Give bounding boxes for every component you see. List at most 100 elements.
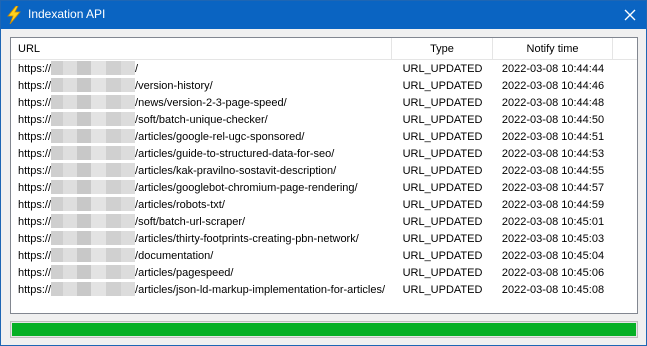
redacted-domain [51,163,136,177]
notify-time-cell: 2022-03-08 10:45:06 [501,267,605,279]
url-path: /articles/googlebot-chromium-page-render… [135,182,358,194]
url-cell: https:// /articles/kak-pravilno-sostavit-… [18,163,392,180]
list-rows: https:/// URL_UPDATED 2022-03-08 10:44:44 h… [11,61,637,299]
list-header: URL Type Notify time [11,38,637,60]
redacted-domain [51,214,136,228]
type-cell: URL_UPDATED [402,182,483,194]
url-cell: https:// /articles/robots-txt/ [18,197,392,214]
type-cell: URL_UPDATED [402,250,483,262]
url-path: /articles/json-ld-markup-implementation-… [135,284,386,296]
notify-time-cell: 2022-03-08 10:44:50 [501,114,605,126]
type-cell: URL_UPDATED [402,63,483,75]
url-cell: https:// /soft/batch-url-scraper/ [18,214,392,231]
close-button[interactable] [614,1,646,29]
type-cell: URL_UPDATED [402,97,483,109]
progress-bar [10,321,638,338]
table-row[interactable]: https:// /news/version-2-3-page-speed/URL… [11,95,637,112]
url-path: /articles/guide-to-structured-data-for-s… [135,148,335,160]
redacted-domain [51,180,136,194]
redacted-domain [51,248,136,262]
url-scheme: https:// [18,63,52,75]
table-row[interactable]: https:// /articles/robots-txt/URL_UPDATED… [11,197,637,214]
url-cell: https:// /version-history/ [18,78,392,95]
url-path: /documentation/ [135,250,214,262]
url-cell: https:// /articles/thirty-footprints-crea… [18,231,392,248]
table-row[interactable]: https:// /version-history/URL_UPDATED 2022… [11,78,637,95]
url-path: /articles/pagespeed/ [135,267,234,279]
url-scheme: https:// [18,199,52,211]
table-row[interactable]: https:// /articles/kak-pravilno-sostavit-… [11,163,637,180]
notify-time-cell: 2022-03-08 10:44:51 [501,131,605,143]
type-cell: URL_UPDATED [402,165,483,177]
redacted-domain [51,78,136,92]
redacted-domain [51,197,136,211]
url-scheme: https:// [18,233,52,245]
table-row[interactable]: https:// /articles/google-rel-ugc-sponsor… [11,129,637,146]
url-path: /articles/google-rel-ugc-sponsored/ [135,131,305,143]
notify-time-cell: 2022-03-08 10:44:46 [501,80,605,92]
lightning-bolt-icon [7,6,21,24]
type-cell: URL_UPDATED [402,199,483,211]
table-row[interactable]: https:// /articles/json-ld-markup-impleme… [11,282,637,299]
type-cell: URL_UPDATED [402,284,483,296]
url-path: / [135,63,139,75]
type-cell: URL_UPDATED [402,131,483,143]
type-cell: URL_UPDATED [402,216,483,228]
notify-time-cell: 2022-03-08 10:44:59 [501,199,605,211]
url-scheme: https:// [18,148,52,160]
table-row[interactable]: https:// /articles/pagespeed/URL_UPDATED 2… [11,265,637,282]
url-scheme: https:// [18,114,52,126]
table-row[interactable]: https:// /articles/googlebot-chromium-pag… [11,180,637,197]
redacted-domain [51,231,136,245]
table-row[interactable]: https:// /soft/batch-url-scraper/URL_UPDA… [11,214,637,231]
redacted-domain [51,95,136,109]
url-scheme: https:// [18,250,52,262]
column-header-notify-time[interactable]: Notify time [493,38,613,60]
table-row[interactable]: https:// /soft/batch-unique-checker/URL_U… [11,112,637,129]
column-header-url[interactable]: URL [11,38,392,60]
url-scheme: https:// [18,131,52,143]
url-path: /articles/kak-pravilno-sostavit-descript… [135,165,337,177]
url-path: /news/version-2-3-page-speed/ [135,97,287,109]
url-path: /articles/thirty-footprints-creating-pbn… [135,233,359,245]
table-row[interactable]: https:// /articles/thirty-footprints-crea… [11,231,637,248]
url-cell: https:// /soft/batch-unique-checker/ [18,112,392,129]
url-path: /soft/batch-url-scraper/ [135,216,246,228]
type-cell: URL_UPDATED [402,80,483,92]
notify-time-cell: 2022-03-08 10:44:55 [501,165,605,177]
table-row[interactable]: https:// /articles/guide-to-structured-da… [11,146,637,163]
title-bar[interactable]: Indexation API [1,1,646,29]
url-cell: https:// / [18,61,392,78]
url-scheme: https:// [18,284,52,296]
url-cell: https:// /articles/pagespeed/ [18,265,392,282]
url-path: /version-history/ [135,80,213,92]
url-scheme: https:// [18,216,52,228]
url-path: /articles/robots-txt/ [135,199,225,211]
url-scheme: https:// [18,97,52,109]
redacted-domain [51,265,136,279]
url-cell: https:// /articles/google-rel-ugc-sponsor… [18,129,392,146]
close-icon [624,9,636,21]
url-scheme: https:// [18,80,52,92]
notify-time-cell: 2022-03-08 10:44:48 [501,97,605,109]
progress-bar-fill [12,323,636,336]
url-scheme: https:// [18,182,52,194]
redacted-domain [51,112,136,126]
indexation-api-window: Indexation API URL Type Notify time http… [0,0,647,346]
notify-time-cell: 2022-03-08 10:45:03 [501,233,605,245]
url-list-view[interactable]: URL Type Notify time https:// / URL_UPDATE… [10,37,638,314]
table-row[interactable]: https:// /documentation/URL_UPDATED 2022-0… [11,248,637,265]
type-cell: URL_UPDATED [402,267,483,279]
window-title: Indexation API [28,7,106,21]
notify-time-cell: 2022-03-08 10:44:44 [501,63,605,75]
notify-time-cell: 2022-03-08 10:45:04 [501,250,605,262]
table-row[interactable]: https:// / URL_UPDATED 2022-03-08 10:44:44 [11,61,637,78]
url-cell: https:// /documentation/ [18,248,392,265]
type-cell: URL_UPDATED [402,114,483,126]
redacted-domain [51,61,136,75]
type-cell: URL_UPDATED [402,148,483,160]
column-header-type[interactable]: Type [392,38,493,60]
url-cell: https:// /news/version-2-3-page-speed/ [18,95,392,112]
type-cell: URL_UPDATED [402,233,483,245]
redacted-domain [51,146,136,160]
